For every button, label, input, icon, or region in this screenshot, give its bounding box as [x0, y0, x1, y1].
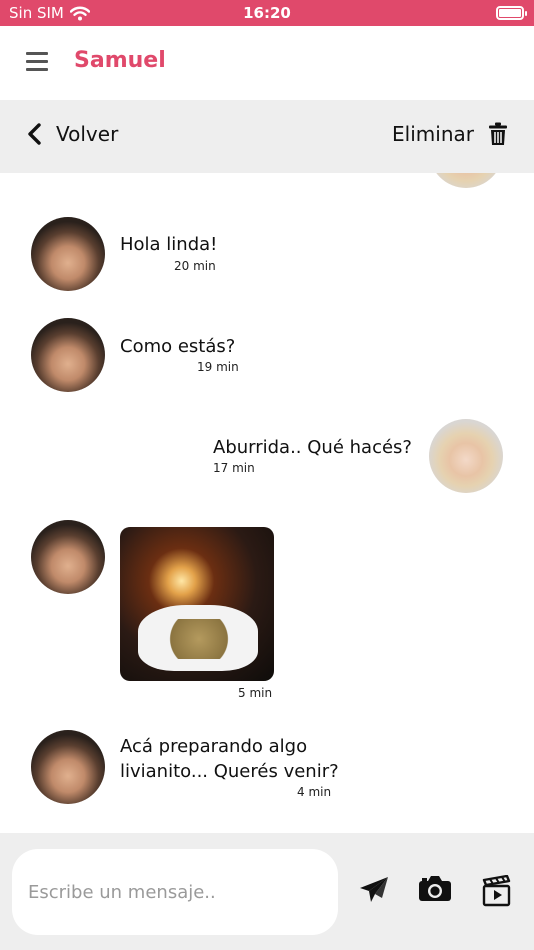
- message-input[interactable]: [12, 849, 338, 935]
- paper-plane-icon: [360, 877, 388, 902]
- message-text: Aburrida.. Qué hacés?: [213, 437, 412, 458]
- trash-icon: [489, 122, 507, 145]
- camera-icon: [419, 876, 451, 901]
- video-button[interactable]: [482, 874, 516, 909]
- message-text: Como estás?: [120, 336, 236, 357]
- back-button[interactable]: Volver: [26, 122, 118, 146]
- message-time: 4 min: [297, 785, 332, 799]
- status-bar: Sin SIM 16:20: [0, 0, 534, 26]
- delete-label: Eliminar: [392, 122, 474, 146]
- chat-area[interactable]: Hola linda! 20 min Como estás? 19 min Ab…: [0, 173, 534, 833]
- delete-button[interactable]: Eliminar: [392, 122, 508, 146]
- message-text: Hola linda!: [120, 234, 218, 255]
- hamburger-icon[interactable]: [26, 52, 48, 72]
- shared-photo[interactable]: [120, 527, 274, 681]
- avatar-samuel: [31, 520, 105, 594]
- avatar-samuel: [31, 318, 105, 392]
- clapperboard-icon: [482, 874, 511, 907]
- avatar-samuel: [31, 730, 105, 804]
- app-bar: Samuel: [0, 26, 534, 100]
- message-time: 5 min: [238, 686, 273, 700]
- message-text-line: Acá preparando algo: [120, 736, 308, 757]
- message-time: 17 min: [213, 461, 255, 475]
- page-title: Samuel: [74, 48, 166, 73]
- back-label: Volver: [56, 122, 119, 146]
- send-button[interactable]: [358, 875, 392, 909]
- status-time: 16:20: [243, 4, 291, 22]
- message-time: 20 min: [174, 259, 216, 273]
- avatar-samuel: [31, 217, 105, 291]
- camera-button[interactable]: [418, 875, 452, 909]
- photo-snacks: [156, 619, 242, 659]
- message-time: 19 min: [197, 360, 239, 374]
- chevron-left-icon: [28, 123, 41, 145]
- battery-icon: [496, 6, 527, 20]
- message-text-line: livianito... Querés venir?: [120, 761, 339, 782]
- message-composer: [0, 833, 534, 950]
- chat-navbar: Volver Eliminar: [0, 100, 534, 173]
- avatar-user: [429, 419, 503, 493]
- avatar-user: [429, 173, 503, 188]
